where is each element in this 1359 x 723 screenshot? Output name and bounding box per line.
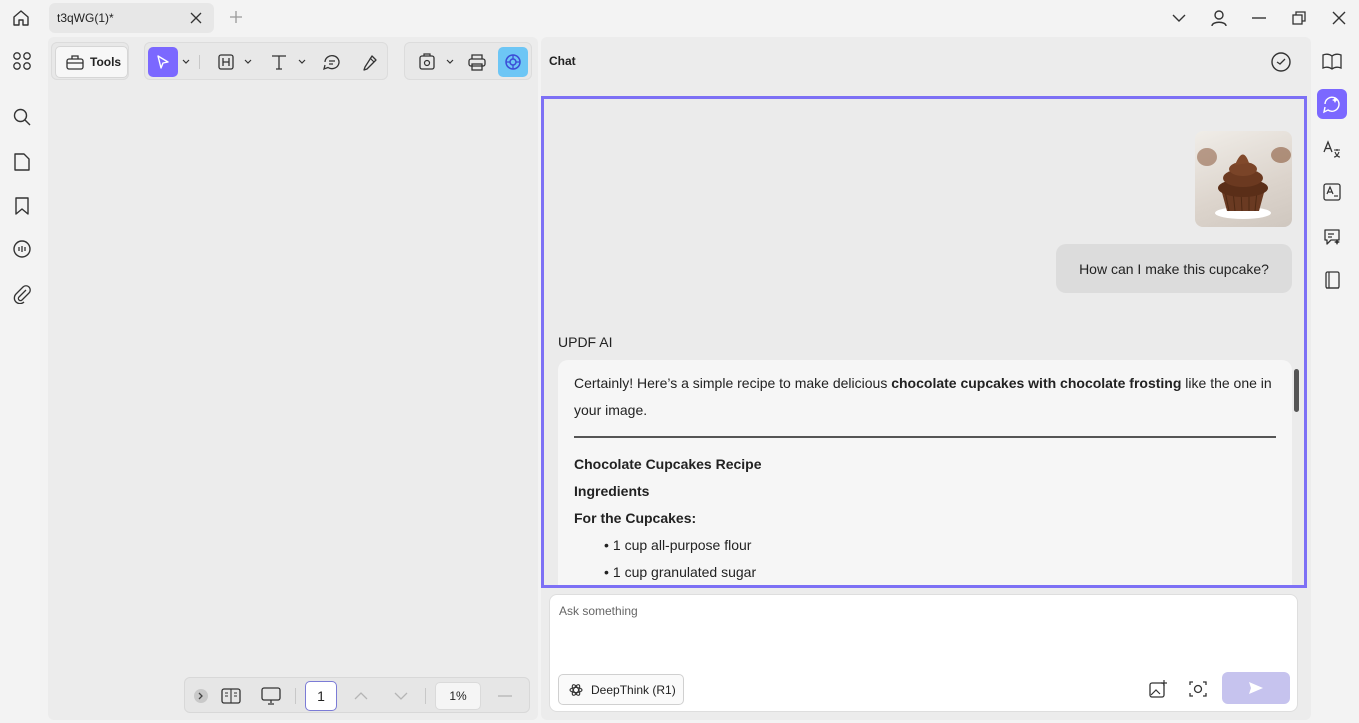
account-icon[interactable] [1199, 0, 1239, 36]
translate-icon[interactable] [1317, 134, 1347, 164]
home-icon[interactable] [8, 5, 34, 31]
minimize-icon[interactable] [1239, 0, 1279, 36]
chat-input-box[interactable]: Ask something DeepThink (R1) [549, 594, 1298, 712]
cursor-icon [157, 55, 169, 69]
chevron-down-icon[interactable] [445, 57, 455, 67]
comment-tool-button[interactable] [317, 47, 347, 77]
expand-icon[interactable] [189, 684, 213, 708]
tab-title: t3qWG(1)* [57, 11, 114, 25]
document-pane: Tools 1 1% [48, 37, 538, 720]
text-tool-button[interactable] [264, 47, 294, 77]
chat-title: Chat [549, 54, 576, 68]
print-button[interactable] [462, 47, 492, 77]
attachment-icon[interactable] [9, 281, 35, 307]
left-rail [0, 36, 44, 723]
user-message-bubble: How can I make this cupcake? [1056, 244, 1292, 293]
send-icon [1249, 682, 1263, 694]
ocr-icon[interactable] [1317, 177, 1347, 207]
tools-label: Tools [90, 55, 122, 69]
chevron-down-icon[interactable] [181, 57, 191, 67]
zoom-out-icon[interactable] [493, 684, 517, 708]
scrollbar-thumb[interactable] [1294, 369, 1299, 412]
presentation-icon[interactable] [259, 684, 283, 708]
thumbnails-icon[interactable] [9, 48, 35, 74]
toolbox-icon [66, 55, 84, 70]
reader-icon[interactable] [1317, 46, 1347, 76]
next-page-icon[interactable] [389, 684, 413, 708]
search-icon[interactable] [9, 104, 35, 130]
tools-button[interactable]: Tools [55, 46, 128, 78]
edit-tools-group [144, 42, 388, 80]
chat-input-placeholder[interactable]: Ask something [559, 604, 638, 618]
save-icon [419, 53, 435, 70]
list-item: 1 cup all-purpose flour [574, 532, 1276, 559]
ai-sender-name: UPDF AI [558, 334, 613, 350]
tools-group: Tools [51, 42, 129, 80]
ai-assistant-button[interactable] [498, 47, 528, 77]
sign-tool-button[interactable] [355, 47, 385, 77]
title-bar: t3qWG(1)* [0, 0, 1359, 36]
ai-icon [505, 54, 521, 70]
atom-icon [569, 683, 583, 696]
divider [574, 436, 1276, 438]
highlight-icon [218, 54, 234, 70]
ai-chat-icon[interactable] [1317, 89, 1347, 119]
chat-conversation[interactable]: How can I make this cupcake? UPDF AI Cer… [541, 96, 1307, 588]
save-tool-button[interactable] [412, 47, 442, 77]
comments-icon[interactable] [9, 236, 35, 262]
cupcake-image-icon [1197, 147, 1291, 219]
bookmark-icon[interactable] [9, 193, 35, 219]
cupcakes-heading: For the Cupcakes: [574, 510, 697, 526]
print-icon [468, 54, 486, 71]
right-rail [1314, 37, 1359, 720]
document-tab[interactable]: t3qWG(1)* [49, 3, 214, 33]
ai-intro-text: Certainly! Here’s a simple recipe to mak… [574, 375, 1272, 418]
highlight-tool-button[interactable] [211, 47, 241, 77]
recipe-title: Chocolate Cupcakes Recipe [574, 456, 762, 472]
uploaded-image-thumbnail[interactable] [1195, 131, 1292, 227]
output-tools-group [404, 42, 532, 80]
text-icon [272, 55, 286, 70]
chevron-down-icon[interactable] [297, 57, 307, 67]
upload-image-icon[interactable] [1146, 677, 1170, 701]
pen-icon [363, 55, 377, 71]
page-icon[interactable] [9, 149, 35, 175]
reading-mode-icon[interactable] [219, 684, 243, 708]
screenshot-icon[interactable] [1186, 677, 1210, 701]
restore-icon[interactable] [1279, 0, 1319, 36]
zoom-input[interactable]: 1% [435, 682, 481, 710]
page-navigation-bar: 1 1% [184, 677, 530, 713]
comment-icon [323, 55, 340, 71]
list-item: 1 cup granulated sugar [574, 559, 1276, 585]
summarize-icon[interactable] [1317, 222, 1347, 252]
send-button[interactable] [1222, 672, 1290, 704]
deepthink-button[interactable]: DeepThink (R1) [558, 674, 684, 705]
close-icon[interactable] [188, 10, 204, 26]
ingredients-heading: Ingredients [574, 483, 650, 499]
notebook-icon[interactable] [1317, 265, 1347, 295]
previous-page-icon[interactable] [349, 684, 373, 708]
deepthink-label: DeepThink (R1) [591, 682, 676, 697]
window-close-icon[interactable] [1319, 0, 1359, 36]
history-icon[interactable] [1269, 50, 1293, 74]
ai-response-card: Certainly! Here’s a simple recipe to mak… [558, 360, 1292, 585]
chevron-down-icon[interactable] [1159, 0, 1199, 36]
chat-panel: Chat How can I make this cupcake? UPDF A… [541, 37, 1311, 720]
new-tab-icon[interactable] [226, 7, 246, 27]
page-number-input[interactable]: 1 [305, 681, 337, 711]
chevron-down-icon[interactable] [243, 57, 253, 67]
select-tool-button[interactable] [148, 47, 178, 77]
